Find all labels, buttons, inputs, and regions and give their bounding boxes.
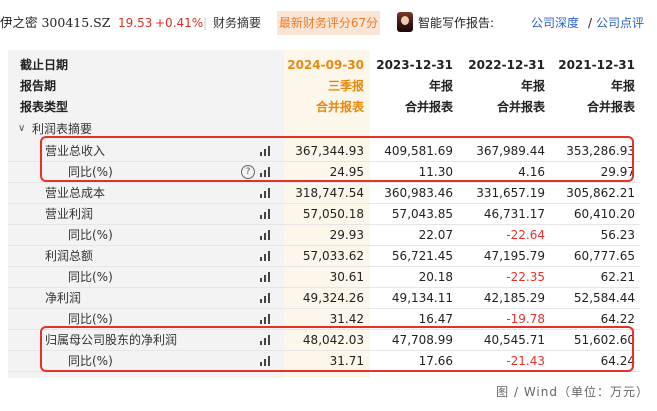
table-cell: 42,185.29 (483, 291, 545, 305)
bar-chart-icon[interactable] (260, 188, 272, 198)
row-label: 同比(%) (68, 228, 113, 242)
table-cell: 60,410.20 (573, 207, 635, 221)
avatar-icon (397, 12, 413, 32)
column-type: 合并报表 (496, 100, 545, 114)
table-row: 净利润 49,324.26 49,134.11 42,185.29 52,584.44 (0, 287, 657, 309)
table-cell: 62.21 (600, 270, 635, 284)
bar-chart-icon[interactable] (260, 293, 272, 303)
table-cell: -22.64 (506, 228, 545, 242)
stock-change: +0.41% (155, 16, 204, 30)
bar-chart-icon[interactable] (260, 314, 272, 324)
table-cell: 30.61 (329, 270, 364, 284)
financial-score-badge[interactable]: 最新财务评分67分 (277, 11, 380, 35)
table-cell: 57,033.62 (302, 249, 364, 263)
table-row: 利润总额 57,033.62 56,721.45 47,195.79 60,777.65 (0, 245, 657, 267)
column-date[interactable]: 2023-12-31 (376, 57, 453, 73)
table-cell: 56,721.45 (391, 249, 453, 263)
column-type: 合并报表 (586, 100, 635, 114)
header-separator: | (203, 16, 208, 30)
table-cell: 318,747.54 (295, 186, 364, 200)
table-cell: 47,195.79 (483, 249, 545, 263)
financial-table: 截止日期 报告期 报表类型 2024-09-30 三季报 合并报表 2023-1… (0, 46, 657, 378)
column-period: 年报 (610, 79, 635, 93)
table-row: 营业总成本 318,747.54 360,983.46 331,657.19 305,8… (0, 182, 657, 204)
stock-name-code: 伊之密 300415.SZ (0, 15, 111, 30)
column-date[interactable]: 2024-09-30 (287, 57, 364, 73)
row-label-type: 报表类型 (20, 100, 69, 114)
row-label-date: 截止日期 (20, 58, 69, 72)
row-label: 同比(%) (68, 270, 113, 284)
table-cell: 46,731.17 (483, 207, 545, 221)
row-label-period: 报告期 (20, 79, 57, 93)
highlight-box-revenue (40, 136, 634, 182)
table-cell: -22.35 (506, 270, 545, 284)
bar-chart-icon[interactable] (260, 230, 272, 240)
table-row: 同比(%) 30.61 20.18 -22.35 62.21 (0, 266, 657, 288)
highlight-box-net-profit (40, 326, 634, 372)
figure-caption: 图 / Wind（单位：万元） (496, 385, 649, 399)
table-cell: 331,657.19 (476, 186, 545, 200)
smart-report-label: 智能写作报告: (418, 16, 495, 30)
table-cell: 20.18 (418, 270, 453, 284)
report-link-in-depth[interactable]: 公司深度 (531, 14, 579, 32)
tab-financial-summary[interactable]: 财务摘要 (213, 14, 261, 32)
stock-price: 19.53 (118, 16, 153, 30)
bar-chart-icon[interactable] (260, 209, 272, 219)
row-label: 净利润 (45, 291, 82, 305)
chevron-down-icon[interactable]: ∨ (18, 118, 25, 140)
table-cell: 52,584.44 (573, 291, 635, 305)
table-cell: 57,050.18 (302, 207, 364, 221)
table-row: 营业利润 57,050.18 57,043.85 46,731.17 60,410.20 (0, 203, 657, 225)
column-date[interactable]: 2022-12-31 (468, 57, 545, 73)
bar-chart-icon[interactable] (260, 251, 272, 261)
row-label: 营业利润 (45, 207, 94, 221)
table-cell: 57,043.85 (391, 207, 453, 221)
column-period: 三季报 (327, 79, 364, 93)
column-date[interactable]: 2021-12-31 (558, 57, 635, 73)
stock-header-bar: 伊之密 300415.SZ 19.53 +0.41% | 财务摘要 最新财务评分… (0, 0, 657, 46)
table-cell: 305,862.21 (566, 186, 635, 200)
table-cell: 60,777.65 (573, 249, 635, 263)
report-link-separator: / (588, 16, 593, 30)
table-cell: 49,324.26 (302, 291, 364, 305)
row-label: 利润总额 (45, 249, 94, 263)
table-row: 同比(%) 29.93 22.07 -22.64 56.23 (0, 224, 657, 246)
row-label: 营业总成本 (45, 186, 106, 200)
table-cell: 49,134.11 (391, 291, 453, 305)
table-cell: 56.23 (600, 228, 635, 242)
report-link-review[interactable]: 公司点评 (596, 14, 644, 32)
column-type: 合并报表 (404, 100, 453, 114)
table-cell: 360,983.46 (384, 186, 453, 200)
table-cell: 29.93 (329, 228, 364, 242)
bar-chart-icon[interactable] (260, 272, 272, 282)
column-type: 合并报表 (315, 100, 364, 114)
column-period: 年报 (520, 79, 545, 93)
column-period: 年报 (428, 79, 453, 93)
table-cell: 22.07 (418, 228, 453, 242)
